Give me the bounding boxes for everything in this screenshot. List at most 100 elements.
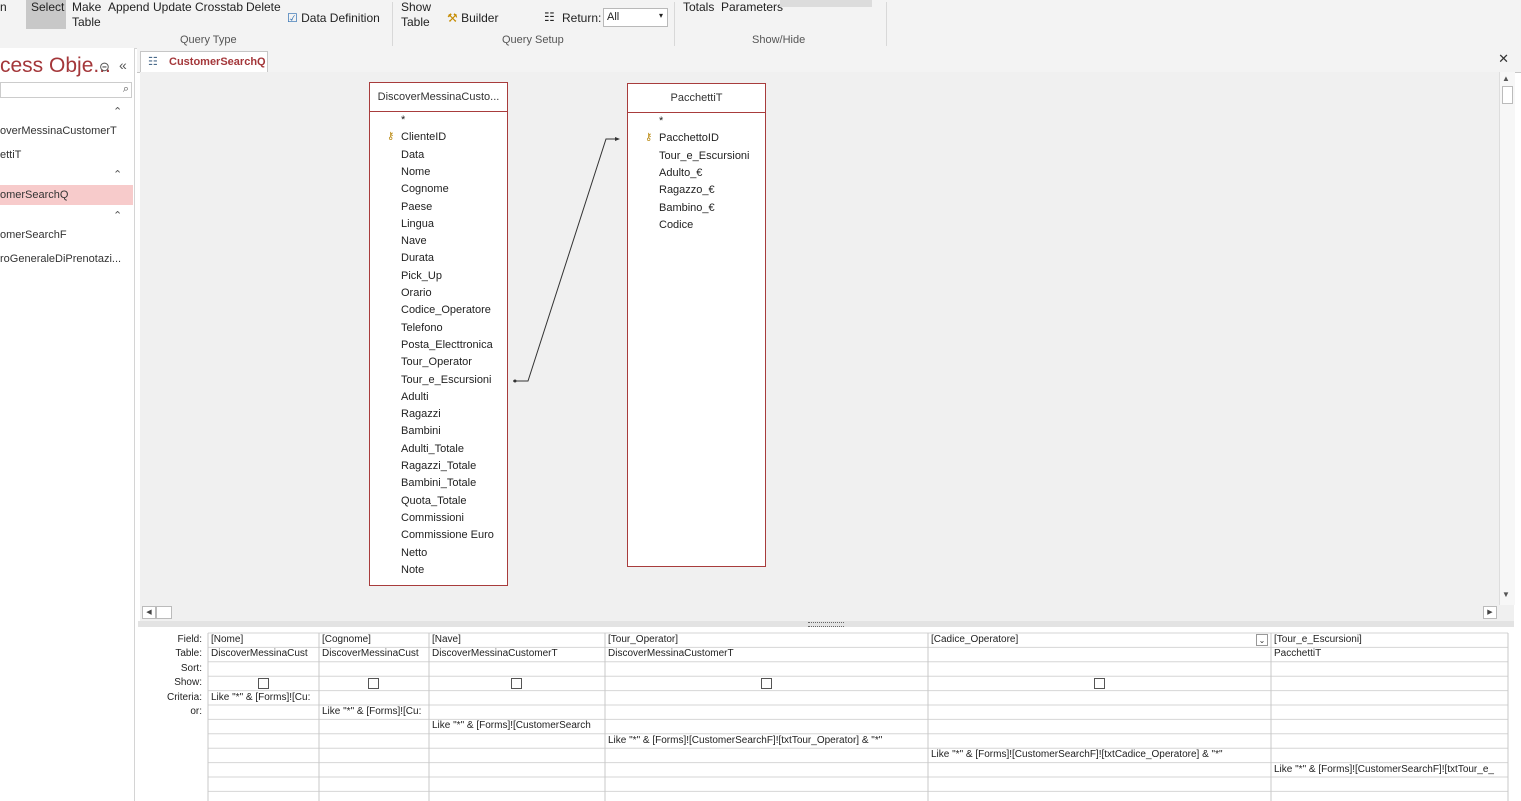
scroll-down-icon[interactable]: ▼: [1502, 590, 1510, 599]
grid-field-cell[interactable]: [Cadice_Operatore]: [931, 634, 1269, 645]
query-design-grid[interactable]: Field: Table: Sort: Show: Criteria: or: [Nome]…: [138, 627, 1521, 801]
table-title[interactable]: DiscoverMessinaCusto...: [370, 83, 507, 112]
scroll-up-icon[interactable]: ▲: [1502, 74, 1510, 83]
table-field[interactable]: Nome: [401, 166, 430, 178]
totals-button[interactable]: Totals: [683, 0, 714, 14]
table-box-discover-messina[interactable]: DiscoverMessinaCusto... * ClienteID ⚷ Data N…: [369, 82, 508, 586]
table-title[interactable]: PacchettiT: [628, 84, 765, 113]
delete-button[interactable]: Delete: [246, 0, 281, 14]
table-field[interactable]: Posta_Electtronica: [401, 339, 493, 351]
table-field[interactable]: *: [659, 115, 663, 127]
nav-item-customer-search-query[interactable]: omerSearchQ: [0, 185, 133, 205]
grid-field-cell[interactable]: [Tour_e_Escursioni]: [1274, 634, 1506, 645]
table-field[interactable]: Adulti: [401, 391, 429, 403]
show-table-button[interactable]: Show: [401, 0, 431, 14]
table-field[interactable]: Ragazzi_Totale: [401, 460, 476, 472]
parameters-button[interactable]: Parameters: [721, 0, 783, 14]
grid-criteria-cell[interactable]: Like "*" & [Forms]![Cu:: [322, 706, 427, 717]
grid-criteria-cell[interactable]: Like "*" & [Forms]![CustomerSearchF]![tx…: [1274, 764, 1506, 775]
grid-field-cell[interactable]: [Nave]: [432, 634, 603, 645]
nav-item-customer-search-form[interactable]: omerSearchF: [0, 225, 133, 245]
table-field[interactable]: Adulto_€: [659, 167, 702, 179]
tab-customer-search-query[interactable]: ☷ CustomerSearchQ: [140, 51, 268, 72]
scroll-thumb-h[interactable]: [156, 606, 172, 619]
table-field[interactable]: Quota_Totale: [401, 495, 466, 507]
group-collapse-icon[interactable]: ⌃: [113, 209, 122, 222]
crosstab-button[interactable]: Crosstab: [195, 0, 243, 14]
table-field[interactable]: *: [401, 114, 405, 126]
show-checkbox[interactable]: [368, 678, 379, 690]
table-field[interactable]: Note: [401, 564, 424, 576]
table-field[interactable]: Tour_e_Escursioni: [659, 150, 750, 162]
grid-table-cell[interactable]: DiscoverMessinaCust: [211, 648, 317, 659]
show-checkbox[interactable]: [257, 678, 269, 690]
grid-field-cell[interactable]: [Tour_Operator]: [608, 634, 926, 645]
scroll-left-icon[interactable]: ◀: [142, 606, 156, 619]
property-sheet-button[interactable]: [780, 0, 872, 7]
table-field[interactable]: Ragazzi: [401, 408, 441, 420]
table-field[interactable]: Data: [401, 149, 424, 161]
collapse-icon[interactable]: «: [119, 57, 127, 73]
table-field[interactable]: Commissione Euro: [401, 529, 494, 541]
scroll-thumb[interactable]: [1502, 86, 1513, 104]
group-collapse-icon[interactable]: ⌃: [113, 168, 122, 181]
update-button[interactable]: Update: [153, 0, 192, 14]
nav-item-pacchetti-table[interactable]: ettiT: [0, 145, 133, 165]
grid-field-cell[interactable]: [Cognome]: [322, 634, 427, 645]
make-table-button[interactable]: Make: [72, 0, 101, 14]
grid-criteria-cell[interactable]: Like "*" & [Forms]![Cu:: [211, 692, 317, 703]
select-query-button[interactable]: Select: [26, 0, 66, 29]
table-field[interactable]: Nave: [401, 235, 427, 247]
close-icon[interactable]: ✕: [1498, 51, 1509, 67]
table-field[interactable]: Adulti_Totale: [401, 443, 464, 455]
nav-item-customer-table[interactable]: overMessinaCustomerT: [0, 121, 133, 141]
show-table-label-2: Table: [401, 15, 430, 29]
join-line[interactable]: [140, 72, 1499, 605]
grid-field-cell[interactable]: [Nome]: [211, 634, 317, 645]
table-field[interactable]: Cognome: [401, 183, 449, 195]
grid-table-cell[interactable]: DiscoverMessinaCustomerT: [608, 648, 926, 659]
table-field[interactable]: Bambino_€: [659, 202, 715, 214]
table-field[interactable]: Pick_Up: [401, 270, 442, 282]
grid-table-cell[interactable]: DiscoverMessinaCustomerT: [432, 648, 603, 659]
grid-criteria-cell[interactable]: Like "*" & [Forms]![CustomerSearchF]![tx…: [608, 735, 926, 746]
return-dropdown[interactable]: All ▾: [603, 8, 668, 27]
vertical-scrollbar-track[interactable]: ▲ ▼: [1499, 72, 1515, 605]
ribbon: n Select Make Table Append Update Crosst…: [0, 0, 1521, 49]
table-field[interactable]: PacchettoID: [659, 132, 719, 144]
nav-item-generale-report[interactable]: roGeneraleDiPrenotazi...: [0, 249, 133, 269]
table-field[interactable]: Codice: [659, 219, 693, 231]
show-checkbox[interactable]: [760, 678, 772, 690]
table-field[interactable]: Tour_e_Escursioni: [401, 374, 492, 386]
table-field[interactable]: Codice_Operatore: [401, 304, 491, 316]
grid-criteria-cell[interactable]: Like "*" & [Forms]![CustomerSearch: [432, 720, 603, 731]
table-field[interactable]: ClienteID: [401, 131, 446, 143]
table-field[interactable]: Commissioni: [401, 512, 464, 524]
table-field[interactable]: Durata: [401, 252, 434, 264]
grid-table-cell[interactable]: DiscoverMessinaCust: [322, 648, 427, 659]
chevron-down-icon[interactable]: ⌄: [1256, 634, 1268, 646]
nav-menu-icon[interactable]: ⊝: [99, 59, 110, 75]
table-field[interactable]: Lingua: [401, 218, 434, 230]
table-field[interactable]: Paese: [401, 201, 432, 213]
show-checkbox[interactable]: [1093, 678, 1105, 690]
scroll-right-icon[interactable]: ▶: [1483, 606, 1497, 619]
table-field[interactable]: Bambini: [401, 425, 441, 437]
grid-table-cell[interactable]: PacchettiT: [1274, 648, 1506, 659]
show-checkbox[interactable]: [511, 678, 522, 690]
query-design-area[interactable]: DiscoverMessinaCusto... * ClienteID ⚷ Data N…: [140, 72, 1499, 605]
table-field[interactable]: Netto: [401, 547, 427, 559]
table-field[interactable]: Ragazzo_€: [659, 184, 715, 196]
table-field[interactable]: Telefono: [401, 322, 443, 334]
builder-button[interactable]: ⚒ Builder: [447, 11, 498, 25]
table-field[interactable]: Orario: [401, 287, 432, 299]
grid-criteria-cell[interactable]: Like "*" & [Forms]![CustomerSearchF]![tx…: [931, 749, 1269, 760]
append-button[interactable]: Append: [108, 0, 149, 14]
table-field[interactable]: Bambini_Totale: [401, 477, 476, 489]
table-field[interactable]: Tour_Operator: [401, 356, 472, 368]
data-definition-button[interactable]: ☑ Data Definition: [287, 11, 380, 25]
group-collapse-icon[interactable]: ⌃: [113, 105, 122, 118]
horizontal-scrollbar-track[interactable]: ◀ ▶: [140, 605, 1514, 621]
nav-search-input[interactable]: ⌕: [0, 82, 132, 98]
table-box-pacchetti[interactable]: PacchettiT * PacchettoID ⚷ Tour_e_Escursion…: [627, 83, 766, 567]
